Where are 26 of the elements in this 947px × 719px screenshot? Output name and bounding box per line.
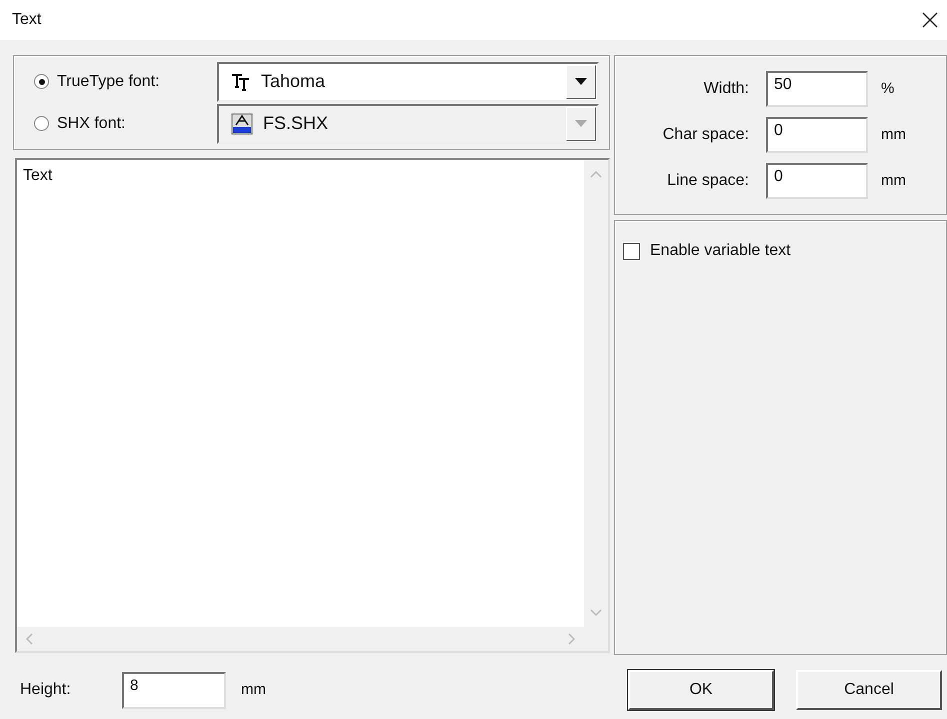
window-title: Text [12, 10, 42, 30]
number-input[interactable]: 0 [766, 117, 868, 153]
number-input[interactable]: 50 [766, 71, 868, 107]
radio-button[interactable] [34, 74, 49, 89]
unit-label: mm [881, 124, 906, 145]
dropdown-arrow-icon [575, 78, 587, 85]
number-input[interactable]: 0 [766, 163, 868, 199]
checkbox[interactable] [623, 242, 640, 260]
field-label: Line space: [666, 171, 749, 191]
checkbox-label: Enable variable text [650, 241, 791, 261]
shx-file-icon [231, 112, 253, 134]
close-icon[interactable] [921, 11, 939, 29]
radio-label: SHX font: [57, 114, 126, 134]
radio-label: TrueType font: [57, 72, 161, 92]
field-label: Char space: [662, 125, 749, 145]
height-input[interactable]: 8 [122, 672, 226, 708]
dropdown-arrow-icon [575, 120, 587, 127]
cancel-button[interactable]: Cancel [796, 670, 942, 710]
font-type-icon [231, 72, 251, 90]
ok-button[interactable]: OK [628, 670, 774, 710]
height-label: Height: [20, 680, 72, 700]
font-dropdown[interactable]: Tahoma [217, 62, 599, 102]
unit-label: mm [881, 170, 906, 191]
field-label: Width: [702, 79, 749, 99]
unit-label: mm [241, 680, 266, 700]
unit-label: % [881, 78, 894, 99]
